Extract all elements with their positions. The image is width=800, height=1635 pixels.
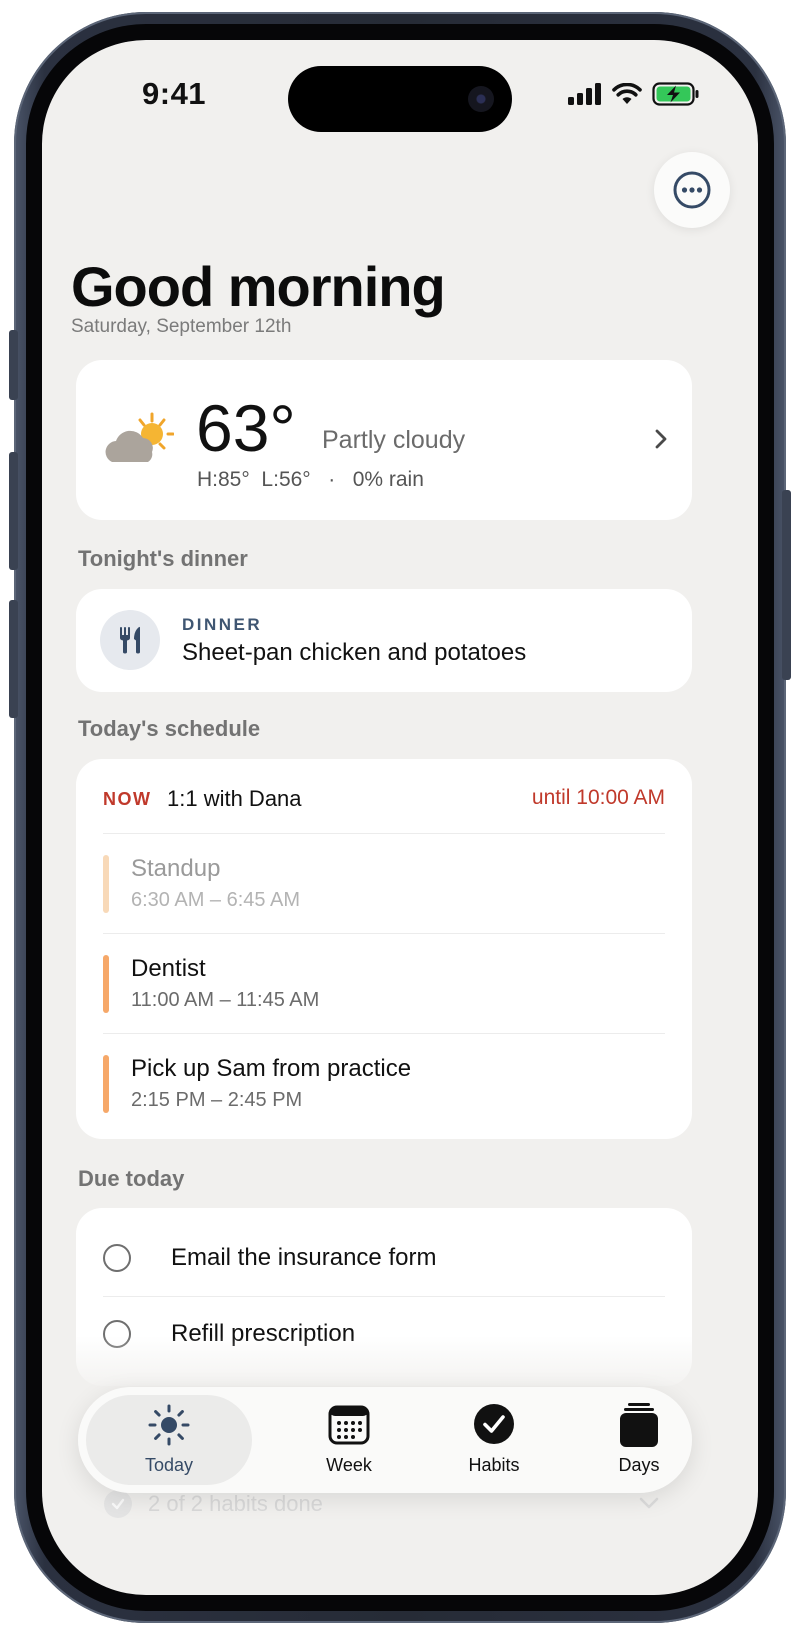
dinner-card[interactable]: DINNER Sheet-pan chicken and potatoes bbox=[76, 589, 692, 692]
event-title: Dentist bbox=[131, 955, 206, 982]
current-event-row[interactable]: NOW 1:1 with Dana until 10:00 AM bbox=[103, 785, 665, 815]
checkmark-circle-icon bbox=[474, 1404, 514, 1444]
divider bbox=[103, 1033, 665, 1034]
schedule-event[interactable]: Pick up Sam from practice 2:15 PM – 2:45… bbox=[103, 1055, 665, 1115]
event-time: 11:00 AM – 11:45 AM bbox=[131, 989, 320, 1011]
checkmark-circle-icon bbox=[104, 1490, 132, 1518]
divider bbox=[103, 933, 665, 934]
temperature: 63° bbox=[196, 391, 296, 465]
schedule-section-label: Today's schedule bbox=[78, 716, 261, 741]
divider bbox=[103, 833, 665, 834]
front-camera-icon bbox=[468, 86, 494, 112]
page-title: Good morning bbox=[71, 255, 446, 318]
divider bbox=[103, 1296, 665, 1297]
weather-details: H:85° L:56° · 0% rain bbox=[197, 468, 424, 491]
schedule-event[interactable]: Standup 6:30 AM – 6:45 AM bbox=[103, 855, 665, 915]
event-color-bar bbox=[103, 855, 109, 913]
status-icons bbox=[568, 82, 700, 106]
tab-today[interactable]: Today bbox=[78, 1387, 260, 1493]
tab-label: Today bbox=[144, 1455, 194, 1475]
dinner-kicker: DINNER bbox=[182, 615, 263, 634]
event-time: 6:30 AM – 6:45 AM bbox=[131, 889, 300, 911]
todo-label: Email the insurance form bbox=[171, 1244, 437, 1271]
event-title: Standup bbox=[131, 855, 221, 882]
habits-summary-row[interactable]: 2 of 2 habits done bbox=[104, 1490, 323, 1518]
more-options-button[interactable] bbox=[654, 152, 730, 228]
dinner-section-label: Tonight's dinner bbox=[78, 546, 248, 571]
chevron-right-icon bbox=[655, 429, 667, 449]
schedule-event[interactable]: Dentist 11:00 AM – 11:45 AM bbox=[103, 955, 665, 1015]
volume-down-button bbox=[9, 600, 18, 718]
event-time: 2:15 PM – 2:45 PM bbox=[131, 1089, 303, 1111]
date-subtitle: Saturday, September 12th bbox=[71, 316, 292, 337]
action-button bbox=[9, 330, 18, 400]
partly-cloudy-icon bbox=[105, 412, 174, 462]
wifi-icon bbox=[612, 83, 642, 104]
tab-label: Week bbox=[326, 1455, 372, 1475]
volume-up-button bbox=[9, 452, 18, 570]
tab-bar: Today Week Habits Days bbox=[78, 1387, 692, 1493]
tab-label: Days bbox=[618, 1455, 660, 1475]
habits-summary-text: 2 of 2 habits done bbox=[148, 1491, 323, 1516]
tab-week[interactable]: Week bbox=[274, 1387, 424, 1493]
event-title: Pick up Sam from practice bbox=[131, 1055, 412, 1082]
tab-days[interactable]: Days bbox=[564, 1387, 714, 1493]
fork-knife-icon bbox=[120, 626, 140, 654]
status-time: 9:41 bbox=[142, 76, 207, 111]
weather-condition: Partly cloudy bbox=[322, 426, 466, 454]
now-badge: NOW bbox=[103, 789, 152, 809]
scroll-fade bbox=[76, 1336, 692, 1390]
dynamic-island bbox=[288, 66, 512, 132]
calendar-icon bbox=[328, 1405, 370, 1445]
ellipsis-circle-icon bbox=[673, 171, 711, 209]
tab-habits[interactable]: Habits bbox=[419, 1387, 569, 1493]
battery-charging-icon bbox=[652, 82, 699, 106]
chevron-down-icon bbox=[639, 1497, 659, 1509]
current-event-until: until 10:00 AM bbox=[531, 786, 665, 809]
dinner-avatar bbox=[100, 610, 160, 670]
weather-card[interactable]: 63° Partly cloudy H:85° L:56° · 0% rain bbox=[76, 360, 692, 520]
power-button bbox=[782, 490, 791, 680]
due-section-label: Due today bbox=[78, 1166, 185, 1191]
event-color-bar bbox=[103, 955, 109, 1013]
screen: 9:41 Good morning Saturday, September 12… bbox=[42, 40, 758, 1595]
stack-icon bbox=[620, 1403, 658, 1447]
current-event-title: 1:1 with Dana bbox=[167, 786, 302, 811]
sun-icon bbox=[148, 1404, 190, 1446]
cellular-signal-icon bbox=[568, 83, 601, 105]
todo-item[interactable]: Email the insurance form bbox=[103, 1234, 665, 1284]
event-color-bar bbox=[103, 1055, 109, 1113]
tab-label: Habits bbox=[468, 1455, 520, 1475]
checkbox-circle-icon[interactable] bbox=[103, 1244, 131, 1272]
dinner-title: Sheet-pan chicken and potatoes bbox=[182, 639, 527, 666]
schedule-card: NOW 1:1 with Dana until 10:00 AM Standup… bbox=[76, 759, 692, 1139]
